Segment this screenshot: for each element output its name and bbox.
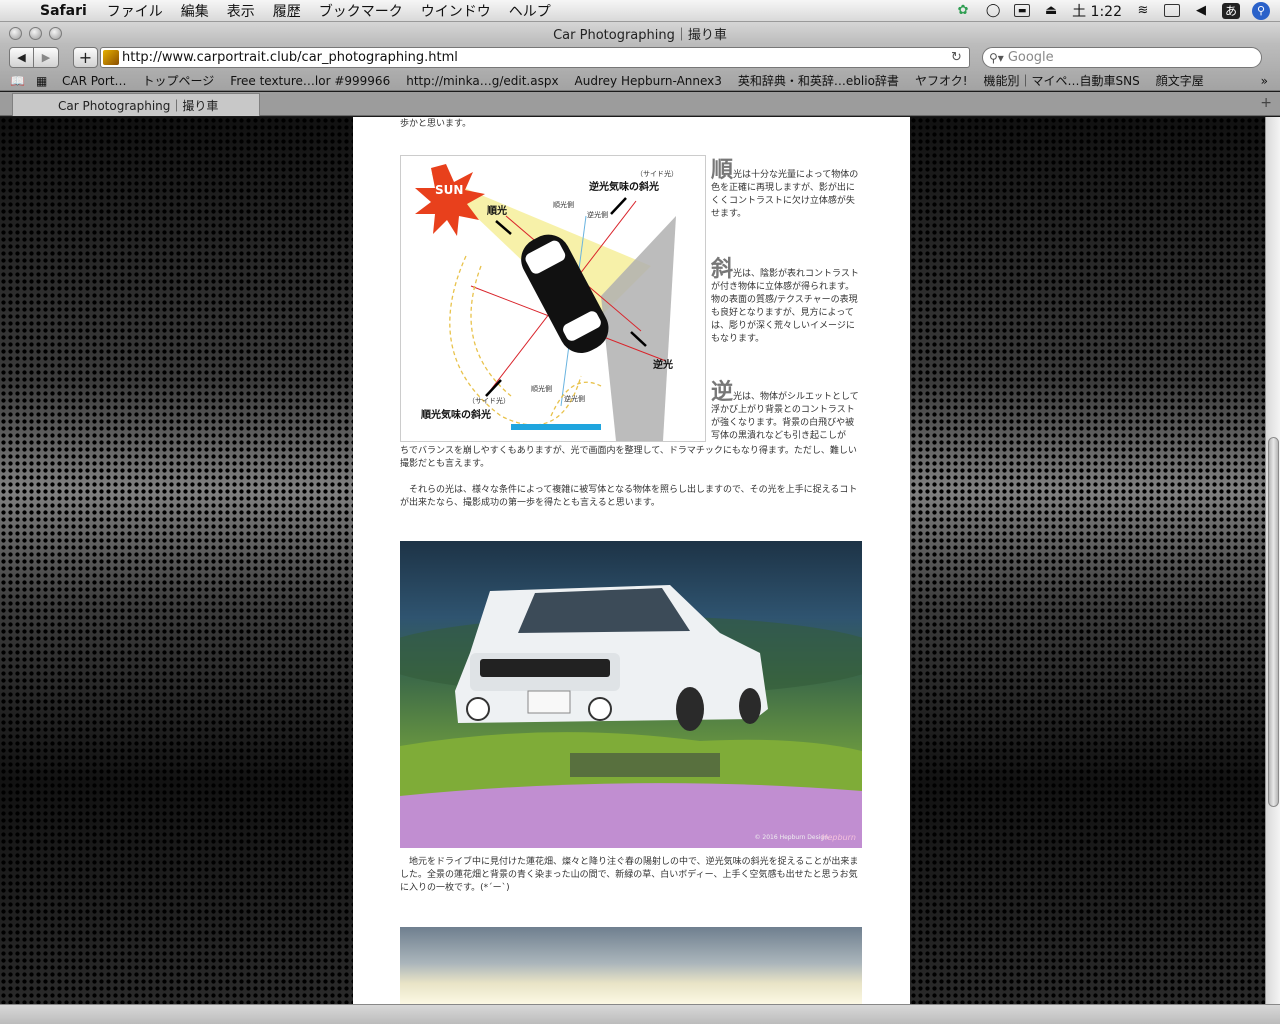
new-tab-icon[interactable]: + <box>1260 95 1272 111</box>
diagram-side-light-bottom: （サイド光） <box>468 397 510 405</box>
tab-label: Car Photographing｜撮り車 <box>58 98 219 113</box>
address-bar[interactable]: http://www.carportrait.club/car_photogra… <box>100 47 970 68</box>
tab-bar: Car Photographing｜撮り車 + <box>0 92 1280 116</box>
network-icon[interactable]: ≋ <box>1134 3 1152 19</box>
car-photo-graphic <box>400 585 862 848</box>
window-title: Car Photographing｜撮り車 <box>553 27 727 43</box>
menu-clock[interactable]: 土 1:22 <box>1072 1 1122 21</box>
battery-icon[interactable] <box>1164 4 1180 17</box>
menu-extras: ✿ ◯ ▬ ⏏ 土 1:22 ≋ ◀ あ ⚲ <box>954 1 1280 21</box>
speech-bubble-icon[interactable]: ◯ <box>984 3 1002 19</box>
diagram-junko-side-label-2: 順光側 <box>531 385 552 393</box>
menu-view[interactable]: 表示 <box>227 1 255 21</box>
bookmark-item[interactable]: ヤフオク! <box>915 72 968 89</box>
input-method-icon[interactable]: あ <box>1222 2 1240 19</box>
shako-description: 斜光は、陰影が表れコントラストが付き物体に立体感が得られます。物の表面の質感/テ… <box>711 257 859 345</box>
reload-icon[interactable]: ↻ <box>951 50 969 65</box>
forward-button[interactable]: ▶ <box>34 47 59 68</box>
spotlight-search-icon[interactable]: ⚲ <box>1252 1 1270 20</box>
add-bookmark-button[interactable]: + <box>73 47 98 68</box>
bookmarks-book-icon[interactable]: 📖 <box>10 74 26 88</box>
browser-toolbar: ◀ ▶ + http://www.carportrait.club/car_ph… <box>0 44 1280 71</box>
menu-bookmarks[interactable]: ブックマーク <box>319 1 403 21</box>
menu-app-safari[interactable]: Safari <box>40 3 87 19</box>
bookmark-item[interactable]: CAR Port… <box>62 74 127 88</box>
photo-signature: Hepburn <box>821 833 856 842</box>
scrollbar-thumb[interactable] <box>1268 437 1279 807</box>
menu-window[interactable]: ウインドウ <box>421 1 491 21</box>
photo1-caption: 地元をドライブ中に見付けた蓮花畑、燦々と降り注ぐ春の陽射しの中で、逆光気味の斜光… <box>400 857 859 893</box>
status-bar <box>0 1004 1280 1024</box>
search-placeholder: Google <box>1007 50 1054 65</box>
page-viewport[interactable]: 歩かと思います。 SUN 順光 （サイド光） 逆光気味の斜光 順光側 逆光側 逆… <box>0 117 1265 1004</box>
bookmark-item[interactable]: トップページ <box>143 72 215 89</box>
eject-icon[interactable]: ⏏ <box>1042 3 1060 19</box>
menu-history[interactable]: 履歴 <box>273 1 301 21</box>
volume-icon[interactable]: ◀ <box>1192 3 1210 19</box>
top-sites-grid-icon[interactable]: ▦ <box>36 74 52 88</box>
display-icon[interactable]: ▬ <box>1014 4 1031 17</box>
search-icon[interactable]: ⚲▾ <box>989 51 1004 65</box>
diagram-gyakko-label: 逆光 <box>653 360 673 371</box>
menu-help[interactable]: ヘルプ <box>509 1 551 21</box>
window-title-bar[interactable]: Car Photographing｜撮り車 <box>0 22 1280 44</box>
gyakko-description: 逆光は、物体がシルエットとして浮かび上がり背景とのコントラストが強くなります。背… <box>711 380 859 442</box>
photo-copyright: © 2016 Hepburn Design <box>754 834 829 841</box>
menu-edit[interactable]: 編集 <box>181 1 209 21</box>
lighting-diagram: SUN 順光 （サイド光） 逆光気味の斜光 順光側 逆光側 逆光 （サイド光） … <box>400 155 706 442</box>
diagram-gyakko-side-label: 逆光側 <box>587 211 608 219</box>
junko-drop-cap: 順 <box>711 158 734 183</box>
search-field[interactable]: ⚲▾ Google <box>982 47 1262 68</box>
diagram-junko-shako-label: 順光気味の斜光 <box>421 410 491 421</box>
diagram-junko-label: 順光 <box>487 206 507 217</box>
bookmarks-overflow-icon[interactable]: » <box>1261 74 1268 88</box>
diagram-gyakko-side-label-2: 逆光側 <box>564 395 585 403</box>
bookmarks-bar: 📖 ▦ CAR Port… トップページ Free texture…lor #9… <box>0 71 1280 91</box>
light-summary-paragraph: それらの光は、様々な条件によって複雑に被写体となる物体を照らし出しますので、その… <box>400 485 858 508</box>
navigation-buttons: ◀ ▶ <box>9 47 59 68</box>
gyakko-description-continued: ちでバランスを崩しやすくもありますが、光で画面内を整理して、ドラマチックにもなり… <box>400 446 857 469</box>
paragraph-tail: 歩かと思います。 <box>400 119 472 129</box>
bookmark-item[interactable]: Audrey Hepburn-Annex3 <box>575 74 722 88</box>
gyakko-drop-cap: 逆 <box>711 380 734 405</box>
bookmark-item[interactable]: Free texture…lor #999966 <box>230 74 390 88</box>
junko-description: 順光は十分な光量によって物体の色を正確に再現しますが、影が出にくくコントラストに… <box>711 158 859 220</box>
tab-car-photographing[interactable]: Car Photographing｜撮り車 <box>12 93 260 116</box>
menu-file[interactable]: ファイル <box>107 1 163 21</box>
vertical-scrollbar[interactable] <box>1265 117 1280 1004</box>
diagram-gyakko-shako-label: 逆光気味の斜光 <box>589 182 659 193</box>
back-button[interactable]: ◀ <box>9 47 34 68</box>
diagram-sun-label: SUN <box>435 183 464 197</box>
url-text[interactable]: http://www.carportrait.club/car_photogra… <box>122 50 951 65</box>
car-photo-rape-blossom: © 2016 Hepburn Design Hepburn <box>400 541 862 848</box>
leaf-icon[interactable]: ✿ <box>954 3 972 19</box>
shako-drop-cap: 斜 <box>711 257 734 282</box>
bookmark-item[interactable]: http://minka…g/edit.aspx <box>406 74 558 88</box>
diagram-junko-side-label: 順光側 <box>553 201 574 209</box>
car-photo-sky <box>400 927 862 1004</box>
content-column: 歩かと思います。 SUN 順光 （サイド光） 逆光気味の斜光 順光側 逆光側 逆… <box>353 117 910 1004</box>
menu-bar: Safari ファイル 編集 表示 履歴 ブックマーク ウインドウ ヘルプ ✿ … <box>0 0 1280 22</box>
bookmark-item[interactable]: 顔文字屋 <box>1156 72 1204 89</box>
bookmark-item[interactable]: 英和辞典・和英辞…eblio辞書 <box>738 72 899 89</box>
site-favicon-icon <box>103 50 119 65</box>
bookmark-item[interactable]: 機能別｜マイペ…自動車SNS <box>984 72 1140 89</box>
